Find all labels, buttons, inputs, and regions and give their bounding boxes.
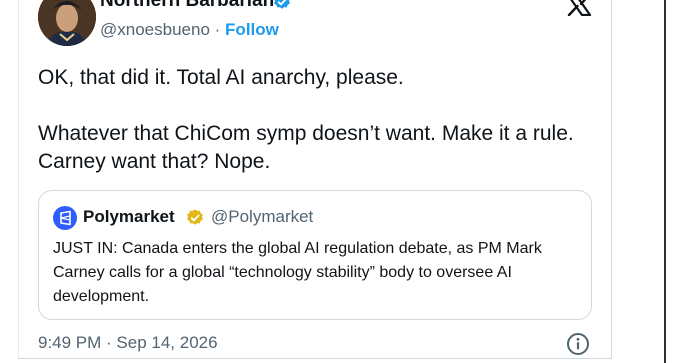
tweet-paragraph: OK, that did it. Total AI anarchy, pleas… [38, 66, 404, 89]
tweet-text: OK, that did it. Total AI anarchy, pleas… [38, 64, 598, 176]
tweet-timestamp[interactable]: 9:49 PM · Sep 14, 2026 [38, 333, 218, 353]
polymarket-logo-icon[interactable] [53, 206, 77, 230]
follow-button[interactable]: Follow [225, 20, 279, 39]
author-handle[interactable]: @xnoesbueno [100, 20, 210, 39]
author-name[interactable]: Northern Barbarian [100, 0, 274, 12]
info-icon[interactable] [566, 332, 590, 356]
quoted-author-handle[interactable]: @Polymarket [211, 207, 313, 227]
window-edge [664, 0, 666, 363]
tweet-paragraph: Whatever that ChiCom symp doesn’t want. … [38, 122, 574, 173]
gold-verified-badge-icon [187, 209, 203, 225]
author-handle-line: @xnoesbueno · Follow [100, 20, 279, 40]
verified-badge-icon [274, 0, 290, 9]
quoted-tweet-text: JUST IN: Canada enters the global AI reg… [53, 240, 542, 305]
quoted-author-name[interactable]: Polymarket [83, 207, 175, 227]
quoted-tweet[interactable]: Polymarket @Polymarket JUST IN: Canada e… [38, 190, 592, 320]
x-logo-icon[interactable] [566, 0, 592, 16]
separator-dot: · [214, 20, 221, 39]
